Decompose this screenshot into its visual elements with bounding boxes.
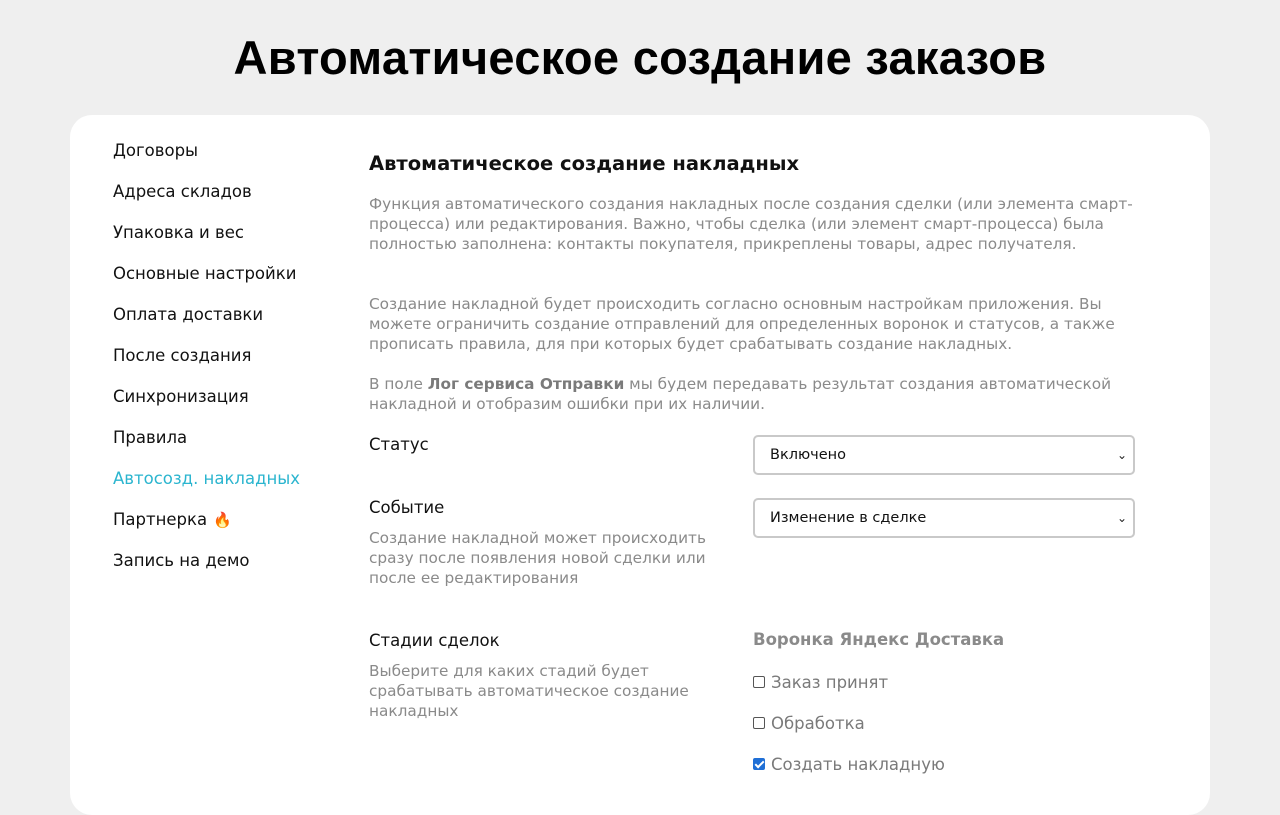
stage-checkbox[interactable] [753, 717, 765, 729]
sidebar-item-label: Синхронизация [113, 387, 249, 406]
status-select-value: Включено [770, 447, 847, 463]
event-select[interactable]: Изменение в сделке ⌄ [753, 498, 1135, 538]
stage-checkbox[interactable] [753, 758, 765, 770]
sidebar-item-label: Адреса складов [113, 182, 252, 201]
funnel-title: Воронка Яндекс Доставка [753, 630, 1005, 649]
sidebar-item-demo[interactable]: Запись на демо [113, 549, 353, 590]
stage-option-processing[interactable]: Обработка [753, 712, 865, 734]
page-title: Автоматическое создание заказов [233, 31, 1047, 84]
log-field-name: Лог сервиса Отправки [427, 375, 625, 393]
sidebar-item-sync[interactable]: Синхронизация [113, 385, 353, 426]
sidebar-item-label: Договоры [113, 141, 199, 160]
description-paragraph-3: В поле Лог сервиса Отправки мы будем пер… [369, 375, 1112, 413]
stage-option-order-accepted[interactable]: Заказ принят [753, 671, 888, 693]
stage-option-label: Обработка [771, 713, 865, 733]
sidebar-item-packaging-weight[interactable]: Упаковка и вес [113, 221, 353, 262]
chevron-down-icon: ⌄ [1116, 511, 1127, 525]
event-select-value: Изменение в сделке [770, 510, 927, 526]
settings-card: Договоры Адреса складов Упаковка и вес О… [70, 115, 1210, 815]
sidebar-item-label: Основные настройки [113, 264, 297, 283]
stages-label: Стадии сделок [369, 631, 500, 650]
stage-option-create-waybill[interactable]: Создать накладную [753, 753, 945, 775]
stage-checkbox[interactable] [753, 676, 765, 688]
chevron-down-icon: ⌄ [1116, 448, 1127, 462]
event-hint: Создание накладной может происходить сра… [369, 529, 706, 587]
sidebar-item-auto-waybills[interactable]: Автосозд. накладных [113, 467, 353, 508]
event-label: Событие [369, 498, 445, 517]
sidebar-item-label: Правила [113, 428, 188, 447]
sidebar-item-label: Автосозд. накладных [113, 469, 301, 488]
sidebar-item-partner[interactable]: Партнерка 🔥 [113, 508, 353, 549]
description-paragraph-1: Функция автоматического создания накладн… [369, 195, 1133, 253]
sidebar-nav: Договоры Адреса складов Упаковка и вес О… [113, 139, 353, 590]
main-content: Автоматическое создание накладных Функци… [369, 150, 1139, 774]
fire-icon: 🔥 [213, 511, 232, 529]
stage-option-label: Заказ принят [771, 672, 889, 692]
sidebar-item-label: Упаковка и вес [113, 223, 244, 242]
sidebar-item-delivery-payment[interactable]: Оплата доставки [113, 303, 353, 344]
sidebar-item-label: Партнерка [113, 510, 208, 529]
sidebar-item-main-settings[interactable]: Основные настройки [113, 262, 353, 303]
sidebar-item-contracts[interactable]: Договоры [113, 139, 353, 180]
sidebar-item-after-creation[interactable]: После создания [113, 344, 353, 385]
sidebar-item-rules[interactable]: Правила [113, 426, 353, 467]
status-select[interactable]: Включено ⌄ [753, 435, 1135, 475]
sidebar-item-label: После создания [113, 346, 252, 365]
sidebar-item-label: Оплата доставки [113, 305, 264, 324]
stage-option-label: Создать накладную [771, 754, 945, 774]
description-paragraph-2: Создание накладной будет происходить сог… [369, 295, 1115, 353]
status-label: Статус [369, 435, 429, 454]
sidebar-item-label: Запись на демо [113, 551, 250, 570]
stages-hint: Выберите для каких стадий будет срабатыв… [369, 662, 689, 720]
sidebar-item-warehouse-addresses[interactable]: Адреса складов [113, 180, 353, 221]
section-title: Автоматическое создание накладных [369, 152, 800, 175]
